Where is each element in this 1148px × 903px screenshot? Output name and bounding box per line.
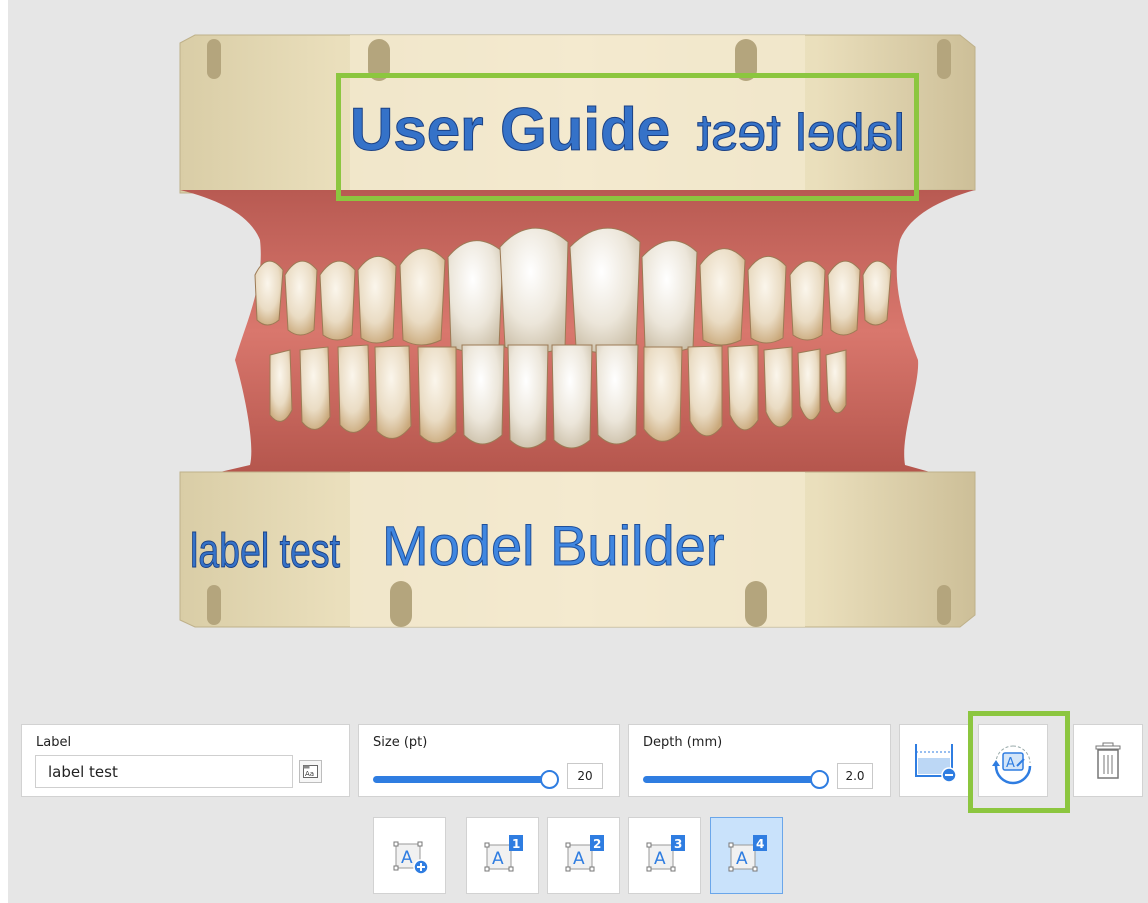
trash-icon xyxy=(1095,742,1121,779)
svg-text:A: A xyxy=(1006,756,1015,771)
svg-text:A: A xyxy=(401,848,413,868)
depth-panel: Depth (mm) 2.0 xyxy=(628,724,891,797)
window-edge xyxy=(0,0,8,903)
size-value-field[interactable]: 20 xyxy=(567,763,603,789)
base-minus-icon xyxy=(915,743,957,783)
lower-label-left: label test xyxy=(190,525,340,578)
label-slot-3-button[interactable]: A 3 xyxy=(628,817,701,894)
depth-title: Depth (mm) xyxy=(643,735,723,750)
dental-model-render: User Guide label test label test Model B… xyxy=(179,34,976,628)
label-slot-4-button[interactable]: A 4 xyxy=(710,817,783,894)
svg-text:A: A xyxy=(573,849,585,869)
label-slot-4-icon: A 4 xyxy=(728,834,767,871)
svg-text:A: A xyxy=(492,849,504,869)
size-title: Size (pt) xyxy=(373,735,428,750)
label-slot-2-button[interactable]: A 2 xyxy=(547,817,620,894)
font-button[interactable]: Aa xyxy=(299,760,322,783)
label-panel: Label Aa xyxy=(21,724,350,797)
lower-label-main: Model Builder xyxy=(382,514,724,577)
svg-text:1: 1 xyxy=(512,837,520,851)
svg-text:Aa: Aa xyxy=(305,770,314,778)
svg-text:A: A xyxy=(736,849,748,869)
svg-text:2: 2 xyxy=(593,837,601,851)
label-slot-2-icon: A 2 xyxy=(565,834,604,871)
model-viewport[interactable]: User Guide label test label test Model B… xyxy=(160,25,990,645)
add-label-button[interactable]: A xyxy=(373,817,446,894)
depth-slider-thumb[interactable] xyxy=(810,770,829,789)
size-slider-track[interactable] xyxy=(373,776,553,783)
edit-label-button[interactable]: A xyxy=(978,724,1048,797)
remove-base-button[interactable] xyxy=(899,724,969,797)
svg-text:A: A xyxy=(654,849,666,869)
delete-button[interactable] xyxy=(1073,724,1143,797)
rotate-edit-label-icon: A xyxy=(992,744,1032,784)
upper-label-main: User Guide xyxy=(350,96,670,163)
label-text-input[interactable] xyxy=(35,755,293,788)
size-panel: Size (pt) 20 xyxy=(358,724,620,797)
label-slot-3-icon: A 3 xyxy=(646,834,685,871)
size-slider-thumb[interactable] xyxy=(540,770,559,789)
label-slot-1-icon: A 1 xyxy=(484,834,523,871)
font-icon: Aa xyxy=(303,765,318,778)
depth-value-field[interactable]: 2.0 xyxy=(837,763,873,789)
label-slot-1-button[interactable]: A 1 xyxy=(466,817,539,894)
svg-text:4: 4 xyxy=(756,837,764,851)
depth-slider-track[interactable] xyxy=(643,776,821,783)
label-title: Label xyxy=(36,735,72,750)
add-label-icon: A xyxy=(393,841,429,875)
svg-text:3: 3 xyxy=(674,837,682,851)
upper-label-mirrored: label test xyxy=(696,104,905,162)
